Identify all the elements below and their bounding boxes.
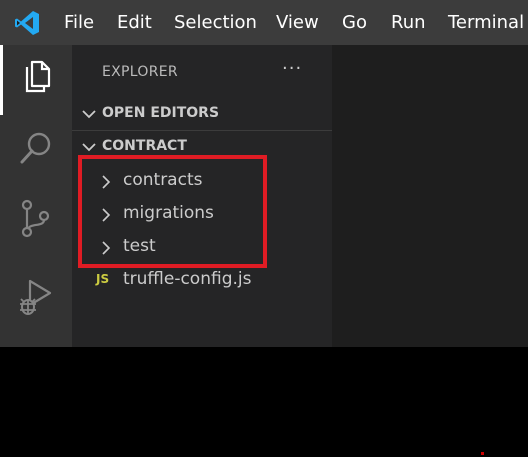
tree-item-truffle-config[interactable]: JS truffle-config.js bbox=[72, 264, 332, 296]
section-label: CONTRACT bbox=[102, 138, 187, 154]
activity-bar bbox=[0, 45, 72, 347]
activity-source-control-button[interactable] bbox=[0, 191, 72, 255]
menu-selection[interactable]: Selection bbox=[174, 12, 257, 34]
stray-mark bbox=[481, 452, 484, 455]
menu-run[interactable]: Run bbox=[391, 12, 426, 34]
vscode-window: File Edit Selection View Go Run Terminal bbox=[0, 0, 528, 347]
section-label: OPEN EDITORS bbox=[102, 105, 220, 121]
section-divider bbox=[72, 130, 332, 131]
more-actions-button[interactable]: ··· bbox=[282, 58, 302, 79]
activity-explorer-button[interactable] bbox=[0, 45, 72, 115]
menu-terminal[interactable]: Terminal bbox=[448, 12, 524, 34]
highlight-annotation-box bbox=[78, 155, 267, 268]
activity-search-button[interactable] bbox=[0, 121, 72, 185]
section-open-editors[interactable]: OPEN EDITORS bbox=[72, 100, 332, 130]
tree-item-label: truffle-config.js bbox=[123, 269, 252, 289]
js-file-icon: JS bbox=[96, 272, 110, 286]
chevron-down-icon bbox=[82, 110, 96, 119]
source-control-icon bbox=[21, 199, 50, 238]
menu-go[interactable]: Go bbox=[342, 12, 367, 34]
run-debug-icon bbox=[20, 279, 52, 315]
vscode-logo-icon[interactable] bbox=[14, 10, 40, 36]
menu-file[interactable]: File bbox=[64, 12, 94, 34]
activity-run-debug-button[interactable] bbox=[0, 267, 72, 331]
files-icon bbox=[25, 60, 51, 93]
search-icon bbox=[20, 132, 51, 164]
explorer-title: EXPLORER bbox=[102, 64, 178, 80]
menu-edit[interactable]: Edit bbox=[117, 12, 152, 34]
editor-area[interactable] bbox=[332, 45, 528, 347]
chevron-down-icon bbox=[82, 143, 96, 152]
menu-bar: File Edit Selection View Go Run Terminal bbox=[0, 0, 528, 45]
menu-view[interactable]: View bbox=[276, 12, 319, 34]
